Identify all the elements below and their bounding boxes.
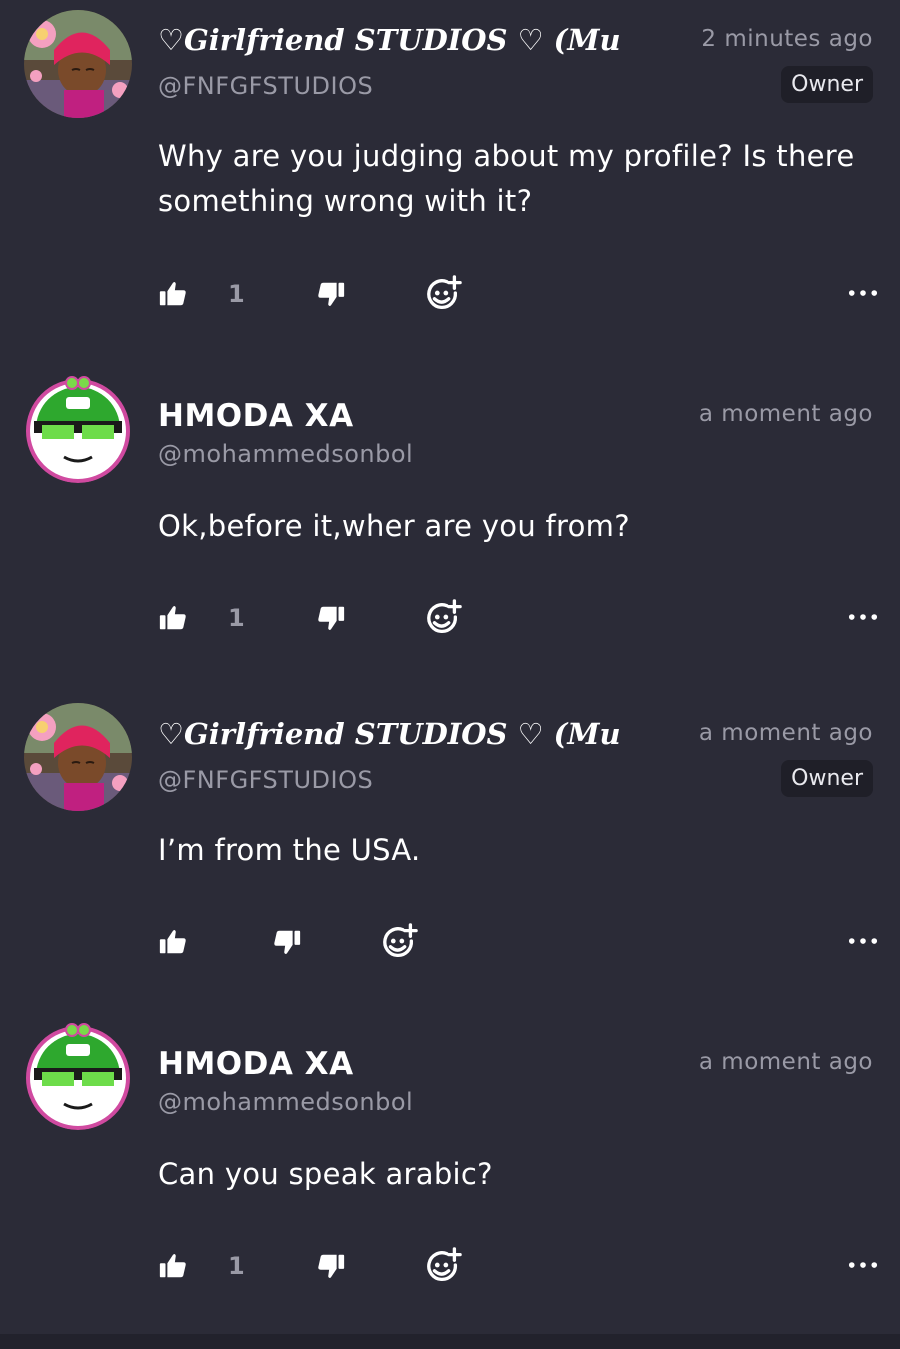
comment-actions: 1 [158, 274, 878, 314]
dislike-button[interactable] [316, 274, 346, 314]
dislike-button[interactable] [316, 598, 346, 638]
timestamp: a moment ago [698, 401, 873, 427]
comment-text: Why are you judging about my profile? Is… [158, 139, 855, 218]
like-count: 1 [228, 280, 245, 308]
more-options-icon [848, 613, 878, 621]
like-button[interactable] [158, 274, 188, 314]
comment-actions [158, 922, 878, 962]
comment-actions: 1 [158, 598, 878, 638]
like-button[interactable] [158, 598, 188, 638]
author-handle[interactable]: @FNFGFSTUDIOS [158, 72, 373, 100]
thumbs-down-icon [316, 279, 346, 309]
thumbs-up-icon [158, 603, 188, 633]
more-options-icon [848, 1261, 878, 1269]
timestamp: a moment ago [698, 1049, 873, 1075]
author-name[interactable]: ♡𝑮𝒊𝒓𝒍𝒇𝒓𝒊𝒆𝒏𝒅 𝑺𝑻𝑼𝑫𝑰𝑶𝑺 ♡ (Mu [158, 716, 668, 752]
owner-badge: Owner [781, 66, 873, 103]
like-button[interactable] [158, 1246, 188, 1286]
girlfriend-avatar[interactable] [24, 703, 132, 811]
bottom-divider [0, 1334, 900, 1349]
thumbs-down-icon [316, 603, 346, 633]
author-handle[interactable]: @FNFGFSTUDIOS [158, 766, 373, 794]
comment-text: Can you speak arabic? [158, 1157, 493, 1191]
dislike-button[interactable] [316, 1246, 346, 1286]
comment-actions: 1 [158, 1246, 878, 1286]
like-count: 1 [228, 604, 245, 632]
add-reaction-button[interactable] [424, 1246, 462, 1286]
more-options-button[interactable] [848, 282, 878, 301]
comment-text: I’m from the USA. [158, 833, 421, 867]
thumbs-up-icon [158, 1251, 188, 1281]
like-button[interactable] [158, 922, 188, 962]
add-reaction-icon [424, 599, 462, 637]
girlfriend-avatar[interactable] [24, 10, 132, 118]
thumbs-down-icon [316, 1251, 346, 1281]
author-name[interactable]: ♡𝑮𝒊𝒓𝒍𝒇𝒓𝒊𝒆𝒏𝒅 𝑺𝑻𝑼𝑫𝑰𝑶𝑺 ♡ (Mu [158, 22, 668, 58]
thumbs-down-icon [272, 927, 302, 957]
dislike-button[interactable] [272, 922, 302, 962]
add-reaction-button[interactable] [424, 274, 462, 314]
more-options-icon [848, 937, 878, 945]
thumbs-up-icon [158, 927, 188, 957]
add-reaction-button[interactable] [424, 598, 462, 638]
author-name[interactable]: HMODA XA [158, 1046, 668, 1082]
frog-avatar[interactable] [24, 1022, 132, 1130]
more-options-button[interactable] [848, 930, 878, 949]
author-handle[interactable]: @mohammedsonbol [158, 440, 413, 468]
author-name[interactable]: HMODA XA [158, 398, 668, 434]
more-options-icon [848, 289, 878, 297]
author-handle[interactable]: @mohammedsonbol [158, 1088, 413, 1116]
timestamp: 2 minutes ago [701, 26, 873, 52]
like-count: 1 [228, 1252, 245, 1280]
add-reaction-icon [424, 275, 462, 313]
add-reaction-icon [424, 1247, 462, 1285]
add-reaction-icon [380, 923, 418, 961]
thumbs-up-icon [158, 279, 188, 309]
comment-text: Ok,before it,wher are you from? [158, 509, 630, 543]
more-options-button[interactable] [848, 1254, 878, 1273]
owner-badge: Owner [781, 760, 873, 797]
more-options-button[interactable] [848, 606, 878, 625]
timestamp: a moment ago [698, 720, 873, 746]
add-reaction-button[interactable] [380, 922, 418, 962]
frog-avatar[interactable] [24, 375, 132, 483]
